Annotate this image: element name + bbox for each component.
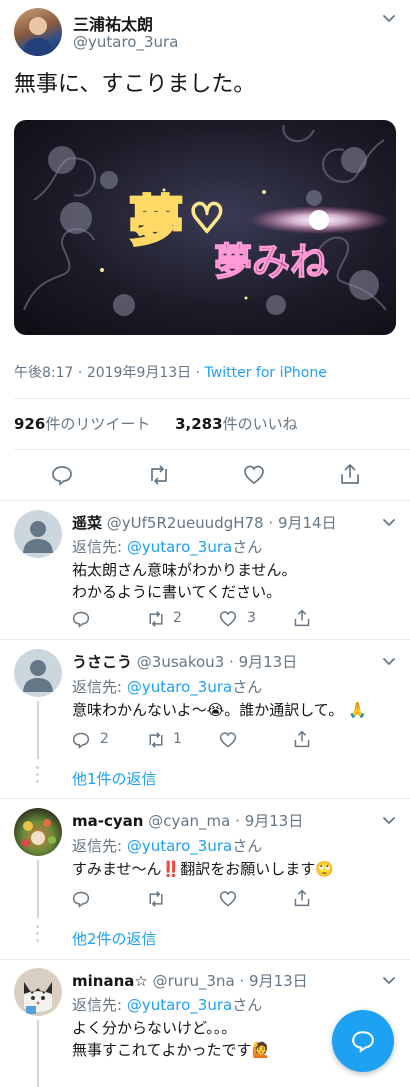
- share-icon[interactable]: [293, 730, 311, 748]
- like-count: 3: [247, 610, 256, 626]
- author-avatar[interactable]: [14, 8, 62, 56]
- reply-author-name[interactable]: ma-cyan: [72, 812, 143, 830]
- like-icon[interactable]: [243, 464, 265, 486]
- reply-avatar[interactable]: [14, 510, 62, 558]
- reply-header: 遥菜 @yUf5R2ueuudgH78 · 9月14日: [72, 514, 337, 532]
- reply-header: ma-cyan @cyan_ma · 9月13日: [72, 812, 304, 830]
- reply-icon[interactable]: [51, 464, 73, 486]
- reply-text: よく分からないけど。。。 無事すこれてよかったです🙋: [72, 1019, 271, 1059]
- retweet-count: 2: [173, 610, 182, 626]
- show-more-replies-link[interactable]: 他1件の返信: [72, 768, 157, 789]
- svg-text:夢: 夢: [129, 190, 183, 253]
- likes-count: 3,283: [175, 415, 223, 433]
- reply-icon[interactable]: [72, 731, 90, 749]
- reply-author-name[interactable]: minana☆: [72, 972, 148, 990]
- reply-author-handle[interactable]: @ruru_3na: [153, 972, 235, 990]
- likes-label: 件のいいね: [222, 415, 298, 433]
- retweet-icon[interactable]: [146, 610, 166, 628]
- reply-icon[interactable]: [72, 890, 90, 908]
- author-handle[interactable]: @yutaro_3ura: [73, 33, 178, 51]
- retweet-icon[interactable]: [146, 890, 166, 908]
- reply-author-handle[interactable]: @yUf5R2ueuudgH78: [107, 514, 264, 532]
- reply-compose-icon: [352, 1031, 374, 1053]
- share-icon[interactable]: [293, 889, 311, 907]
- chevron-down-icon[interactable]: [382, 655, 396, 669]
- reply-text: 意味わかんないよ〜😭。誰か通訳して。 🙏: [72, 701, 367, 719]
- reply-header: minana☆ @ruru_3na · 9月13日: [72, 972, 308, 990]
- reply-icon[interactable]: [72, 610, 90, 628]
- tweet-stats: 926件のリツイート 3,283件のいいね: [14, 413, 298, 434]
- retweet-icon[interactable]: [146, 731, 166, 749]
- share-icon[interactable]: [293, 609, 311, 627]
- tweet-date: 2019年9月13日: [86, 365, 192, 381]
- reply-header: うさこう @3usakou3 · 9月13日: [72, 653, 298, 671]
- like-icon[interactable]: [219, 610, 237, 628]
- mention-link[interactable]: @yutaro_3ura: [127, 538, 232, 556]
- reply-date[interactable]: 9月14日: [278, 514, 337, 532]
- reply-date[interactable]: 9月13日: [249, 972, 308, 990]
- reply-to-line: 返信先: @yutaro_3uraさん: [72, 837, 263, 855]
- reply-to-line: 返信先: @yutaro_3uraさん: [72, 678, 263, 696]
- tweet-timestamp: 午後8:17 · 2019年9月13日 · Twitter for iPhone: [14, 362, 327, 382]
- share-icon[interactable]: [339, 463, 361, 485]
- svg-text:♡: ♡: [189, 196, 225, 242]
- author-name[interactable]: 三浦祐太朗: [73, 11, 153, 35]
- reply-avatar[interactable]: [14, 968, 62, 1016]
- chevron-down-icon[interactable]: [382, 12, 396, 26]
- show-more-replies-link[interactable]: 他2件の返信: [72, 928, 157, 949]
- chevron-down-icon[interactable]: [382, 974, 396, 988]
- separator: ·: [195, 365, 201, 381]
- tweet-media-image[interactable]: 夢 ♡ 夢みね: [14, 120, 396, 335]
- like-icon[interactable]: [219, 890, 237, 908]
- retweets-label: 件のリツイート: [45, 415, 151, 433]
- likes-stat[interactable]: 3,283件のいいね: [175, 415, 297, 433]
- reply-date[interactable]: 9月13日: [239, 653, 298, 671]
- reply-avatar[interactable]: [14, 649, 62, 697]
- tweet-time: 午後8:17: [14, 365, 74, 381]
- reply-avatar[interactable]: [14, 808, 62, 856]
- compose-reply-button[interactable]: [332, 1010, 394, 1072]
- reply-to-line: 返信先: @yutaro_3uraさん: [72, 996, 263, 1014]
- media-logo-text: 夢みね: [214, 240, 328, 284]
- tweet-text: 無事に、すこりました。: [14, 72, 256, 97]
- reply-author-handle[interactable]: @cyan_ma: [148, 812, 230, 830]
- mention-link[interactable]: @yutaro_3ura: [127, 996, 232, 1014]
- reply-author-name[interactable]: 遥菜: [72, 514, 102, 532]
- tweet-source-link[interactable]: Twitter for iPhone: [205, 365, 327, 381]
- reply-text: すみませ〜ん‼️翻訳をお願いします🙄: [72, 860, 334, 878]
- like-icon[interactable]: [219, 731, 237, 749]
- separator: ·: [77, 365, 83, 381]
- chevron-down-icon[interactable]: [382, 814, 396, 828]
- retweet-icon[interactable]: [147, 464, 171, 486]
- reply-text: 祐太朗さん意味がわかりません。 わかるように書いてください。: [72, 561, 297, 601]
- reply-count: 2: [100, 731, 109, 747]
- reply-author-name[interactable]: うさこう: [72, 653, 132, 671]
- retweet-count: 1: [173, 731, 182, 747]
- retweets-stat[interactable]: 926件のリツイート: [14, 415, 150, 433]
- retweets-count: 926: [14, 415, 46, 433]
- mention-link[interactable]: @yutaro_3ura: [127, 678, 232, 696]
- chevron-down-icon[interactable]: [382, 516, 396, 530]
- reply-date[interactable]: 9月13日: [245, 812, 304, 830]
- mention-link[interactable]: @yutaro_3ura: [127, 837, 232, 855]
- reply-to-line: 返信先: @yutaro_3uraさん: [72, 538, 263, 556]
- reply-author-handle[interactable]: @3usakou3: [137, 653, 224, 671]
